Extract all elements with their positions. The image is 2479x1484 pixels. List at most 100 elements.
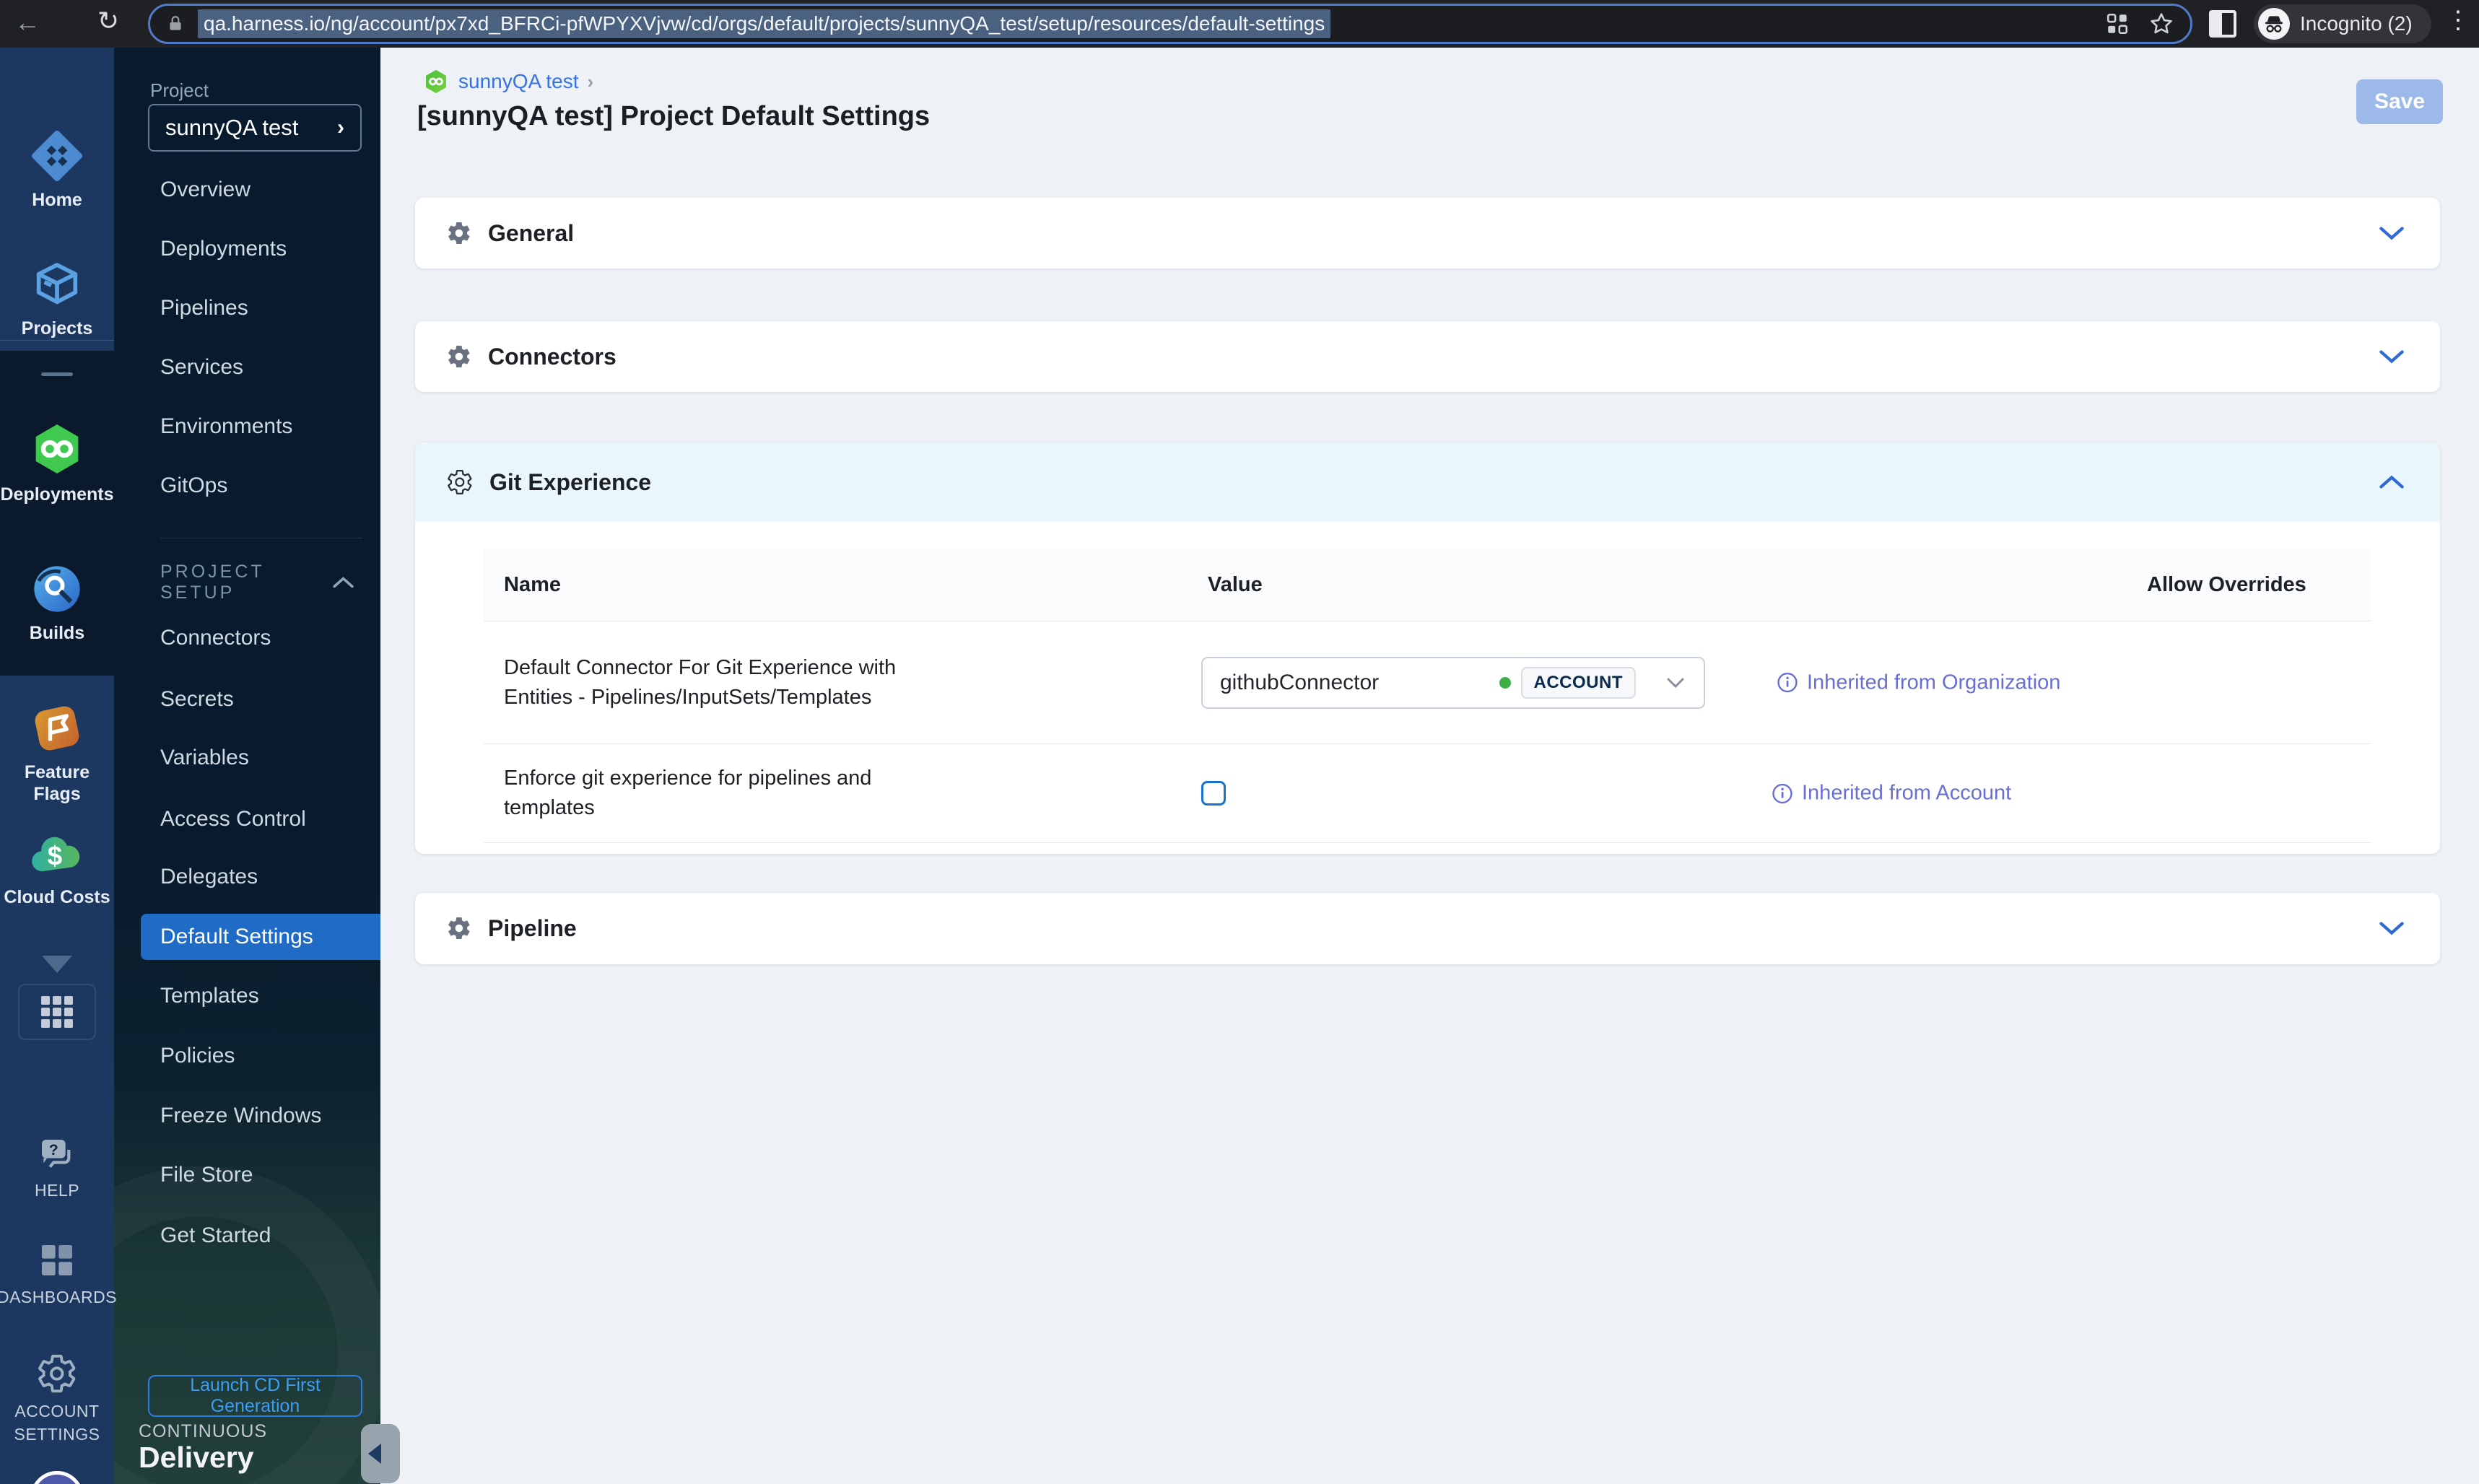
rail-item-feature-flags[interactable]: Feature Flags (0, 701, 114, 805)
chevron-down-icon[interactable] (2377, 919, 2406, 938)
module-picker-button[interactable] (18, 984, 96, 1040)
rail-label: DASHBOARDS (0, 1288, 118, 1306)
column-header-allow-overrides: Allow Overrides (2147, 572, 2306, 596)
nav-item-pipelines[interactable]: Pipelines (114, 285, 380, 331)
nav-item-environments[interactable]: Environments (114, 403, 380, 450)
rail-item-projects[interactable]: Projects (0, 257, 114, 339)
nav-item-overview[interactable]: Overview (114, 167, 380, 213)
project-setup-title: PROJECT SETUP (160, 562, 265, 603)
connector-select[interactable]: githubConnector ACCOUNT (1201, 656, 1705, 709)
rail-label: SETTINGS (14, 1425, 100, 1444)
page-title: [sunnyQA test] Project Default Settings (417, 101, 931, 131)
url-text[interactable]: qa.harness.io/ng/account/px7xd_BFRCi-pfW… (198, 9, 1331, 38)
setting-name: Default Connector For Git Experience wit… (504, 655, 897, 709)
project-selector[interactable]: sunnyQA test › (148, 104, 362, 152)
chevron-right-icon: › (337, 115, 344, 139)
rail-item-builds[interactable]: Builds (0, 562, 114, 644)
section-title: Git Experience (489, 468, 652, 495)
nav-item-gitops[interactable]: GitOps (114, 463, 380, 509)
nav-item-services[interactable]: Services (114, 344, 380, 390)
enforce-git-experience-checkbox[interactable] (1201, 781, 1226, 806)
project-label: Project (150, 79, 209, 101)
nav-item-access-control[interactable]: Access Control (114, 796, 380, 842)
builds-icon (34, 566, 80, 612)
rail-label: Projects (21, 318, 93, 339)
launch-cd-first-gen-button[interactable]: Launch CD First Generation (148, 1375, 362, 1417)
account-settings-gear-icon (38, 1354, 76, 1393)
gear-icon (448, 345, 470, 368)
nav-item-get-started[interactable]: Get Started (114, 1213, 380, 1259)
project-nav-panel: Project sunnyQA test › Overview Deployme… (114, 48, 380, 1484)
nav-item-variables[interactable]: Variables (114, 735, 380, 781)
address-bar[interactable]: qa.harness.io/ng/account/px7xd_BFRCi-pfW… (148, 4, 2192, 44)
incognito-icon (2258, 8, 2290, 40)
rail-item-account-settings[interactable]: ACCOUNT SETTINGS (0, 1353, 114, 1445)
browser-back-icon[interactable]: ← (6, 7, 49, 38)
main-content: sunnyQA test › [sunnyQA test] Project De… (380, 48, 2479, 1484)
screen: ← ↻ qa.harness.io/ng/account/px7xd_BFRCi… (0, 0, 2479, 1484)
section-connectors[interactable]: Connectors (415, 321, 2440, 392)
rail-item-help[interactable]: ? HELP (0, 1136, 114, 1201)
scope-badge: ACCOUNT (1520, 666, 1636, 699)
chevron-up-icon[interactable] (2377, 473, 2406, 492)
rail-item-dashboards[interactable]: DASHBOARDS (0, 1240, 118, 1308)
reading-mode-icon[interactable] (2105, 12, 2130, 36)
chevron-down-icon (1667, 678, 1684, 688)
chevron-down-icon[interactable] (2377, 224, 2406, 243)
section-pipeline[interactable]: Pipeline (415, 893, 2440, 964)
side-panel-icon[interactable] (2209, 10, 2236, 38)
nav-item-default-settings[interactable]: Default Settings (141, 914, 380, 960)
projects-icon (36, 263, 78, 305)
nav-item-templates[interactable]: Templates (114, 973, 380, 1019)
rail-label: ACCOUNT (14, 1402, 100, 1420)
home-icon (32, 131, 82, 181)
nav-item-file-store[interactable]: File Store (114, 1152, 380, 1198)
module-kicker: CONTINUOUS (139, 1421, 268, 1441)
section-git-experience[interactable]: Git Experience Name Value Allow Override… (415, 442, 2440, 854)
connector-status-dot (1499, 676, 1511, 689)
info-icon (1777, 672, 1798, 693)
table-header-row: Name Value Allow Overrides (484, 549, 2371, 621)
inherited-from-organization-link[interactable]: Inherited from Organization (1777, 671, 2060, 694)
rail-more-chevron-icon[interactable] (42, 956, 72, 973)
save-button[interactable]: Save (2356, 79, 2443, 124)
nav-item-delegates[interactable]: Delegates (114, 854, 380, 900)
column-header-value: Value (1208, 572, 1263, 596)
incognito-badge[interactable]: Incognito (2) (2254, 4, 2431, 43)
connector-value: githubConnector (1220, 670, 1380, 694)
browser-reload-icon[interactable]: ↻ (87, 6, 130, 36)
nav-item-deployments[interactable]: Deployments (114, 226, 380, 272)
browser-menu-icon[interactable]: ⋮ (2446, 6, 2470, 35)
column-header-name: Name (504, 572, 561, 596)
table-row: Default Connector For Git Experience wit… (484, 621, 2371, 743)
rail-label: Deployments (0, 484, 114, 505)
project-setup-header[interactable]: PROJECT SETUP (160, 562, 362, 603)
nav-item-secrets[interactable]: Secrets (114, 676, 380, 723)
lock-icon (170, 16, 181, 30)
svg-text:?: ? (49, 1142, 58, 1158)
rail-item-home[interactable]: Home (0, 128, 114, 211)
chevron-down-icon[interactable] (2377, 347, 2406, 366)
rail-drag-handle[interactable] (41, 372, 73, 376)
deployments-icon (35, 424, 79, 473)
chevron-up-icon (333, 577, 354, 588)
section-title: Connectors (488, 343, 617, 370)
breadcrumb-project-link[interactable]: sunnyQA test (458, 70, 579, 93)
rail-divider (0, 340, 114, 341)
nav-collapse-handle[interactable] (361, 1424, 400, 1483)
rail-label: Cloud Costs (4, 887, 110, 907)
nav-item-policies[interactable]: Policies (114, 1033, 380, 1079)
section-general[interactable]: General (415, 198, 2440, 269)
inherited-from-account-link[interactable]: Inherited from Account (1772, 782, 2011, 806)
bookmark-star-icon[interactable] (2148, 11, 2174, 37)
user-avatar[interactable]: S (30, 1471, 84, 1484)
gear-icon (448, 222, 470, 245)
rail-item-deployments[interactable]: Deployments (0, 420, 114, 505)
rail-label: Home (32, 190, 82, 210)
rail-item-cloud-costs[interactable]: $ Cloud Costs (0, 829, 114, 908)
browser-toolbar: ← ↻ qa.harness.io/ng/account/px7xd_BFRCi… (0, 0, 2479, 48)
collapse-left-icon (368, 1444, 381, 1464)
nav-item-connectors[interactable]: Connectors (114, 615, 380, 661)
nav-item-freeze-windows[interactable]: Freeze Windows (114, 1093, 380, 1139)
module-rail: Home Projects Deployments Builds Feature… (0, 48, 118, 1484)
